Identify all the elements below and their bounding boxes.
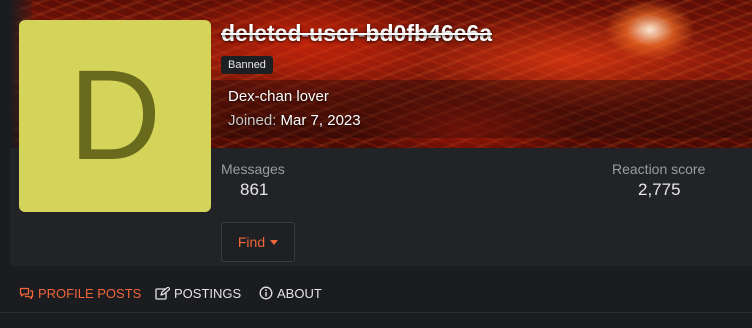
username[interactable]: deleted-user-bd0fb46e6a	[221, 20, 492, 47]
avatar[interactable]: D	[19, 20, 211, 212]
info-icon	[259, 286, 273, 300]
find-button[interactable]: Find	[221, 222, 295, 262]
find-button-label: Find	[237, 234, 266, 250]
avatar-letter: D	[68, 44, 162, 187]
tab-label: POSTINGS	[174, 285, 242, 301]
user-title: Dex-chan lover	[228, 88, 329, 105]
caret-down-icon	[270, 239, 279, 245]
tab-postings[interactable]: POSTINGS	[155, 284, 241, 302]
messages-label: Messages	[221, 161, 285, 177]
joined-info: Joined: Mar 7, 2023	[228, 112, 361, 129]
profile-page: D deleted-user-bd0fb46e6a Banned Dex-cha…	[0, 0, 752, 328]
comments-icon	[19, 287, 34, 300]
profile-tabs: PROFILE POSTS POSTINGS ABOUT	[0, 274, 752, 312]
joined-label: Joined:	[228, 112, 277, 129]
reaction-score-value[interactable]: 2,775	[638, 180, 681, 200]
tab-about[interactable]: ABOUT	[259, 284, 322, 302]
tab-label: PROFILE POSTS	[38, 285, 142, 301]
reaction-score-label: Reaction score	[612, 161, 706, 177]
tab-profile-posts[interactable]: PROFILE POSTS	[19, 284, 141, 302]
edit-icon	[155, 286, 170, 300]
joined-date: Mar 7, 2023	[280, 112, 361, 129]
messages-value[interactable]: 861	[240, 180, 268, 200]
tab-label: ABOUT	[277, 285, 322, 301]
banned-badge: Banned	[221, 56, 273, 74]
tabs-divider	[0, 312, 752, 328]
